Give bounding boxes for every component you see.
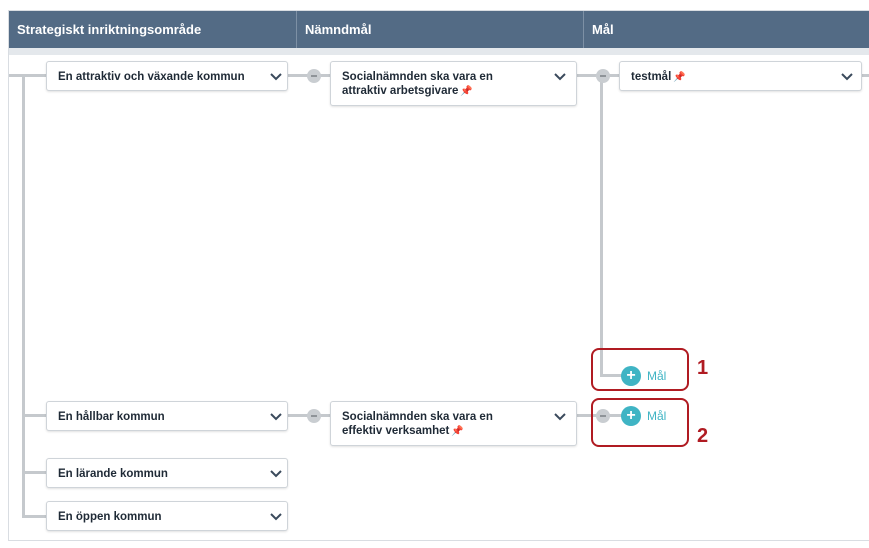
board-goal-line2: effektiv verksamhet bbox=[342, 425, 450, 437]
tree-connector bbox=[600, 74, 603, 376]
callout-number-1: 1 bbox=[697, 357, 709, 379]
board-goal-line1: Socialnämnden ska vara en bbox=[342, 411, 493, 423]
goal-card[interactable]: testmål 📌 bbox=[619, 61, 862, 91]
column-header-area: Strategiskt inriktningsområde bbox=[9, 11, 297, 48]
collapse-toggle[interactable] bbox=[596, 69, 610, 83]
goal-label: testmål bbox=[631, 71, 672, 83]
column-header-goal: Mål bbox=[592, 22, 614, 37]
pin-icon: 📌 bbox=[460, 86, 473, 97]
area-card[interactable]: En hållbar kommun bbox=[46, 401, 288, 431]
area-label: En lärande kommun bbox=[58, 468, 168, 480]
area-label: En öppen kommun bbox=[58, 511, 162, 523]
chevron-down-icon[interactable] bbox=[553, 412, 567, 422]
area-card[interactable]: En lärande kommun bbox=[46, 458, 288, 488]
chevron-down-icon[interactable] bbox=[269, 469, 283, 479]
area-label: En attraktiv och växande kommun bbox=[58, 71, 245, 83]
callout-box-2 bbox=[591, 398, 689, 447]
tree-connector bbox=[22, 414, 47, 417]
pin-icon: 📌 bbox=[673, 72, 686, 83]
chevron-down-icon[interactable] bbox=[269, 72, 283, 82]
board-goal-line2: attraktiv arbetsgivare bbox=[342, 85, 459, 97]
tree-connector bbox=[22, 515, 47, 518]
chevron-down-icon[interactable] bbox=[269, 512, 283, 522]
callout-box-1 bbox=[591, 348, 689, 391]
board-goal-card[interactable]: Socialnämnden ska vara en effektiv verks… bbox=[330, 401, 577, 446]
area-card[interactable]: En attraktiv och växande kommun bbox=[46, 61, 288, 91]
tree-connector bbox=[9, 74, 47, 77]
area-label: En hållbar kommun bbox=[58, 411, 165, 423]
chevron-down-icon[interactable] bbox=[840, 72, 854, 82]
tree-connector bbox=[22, 471, 47, 474]
collapse-toggle[interactable] bbox=[307, 69, 321, 83]
board-goal-line1: Socialnämnden ska vara en bbox=[342, 71, 493, 83]
collapse-toggle[interactable] bbox=[307, 409, 321, 423]
column-header-board-goal: Nämndmål bbox=[297, 11, 584, 48]
header-divider bbox=[9, 48, 869, 55]
board-goal-card[interactable]: Socialnämnden ska vara en attraktiv arbe… bbox=[330, 61, 577, 106]
pin-icon: 📌 bbox=[451, 426, 464, 437]
chevron-down-icon[interactable] bbox=[269, 412, 283, 422]
callout-number-2: 2 bbox=[697, 425, 709, 447]
chevron-down-icon[interactable] bbox=[553, 72, 567, 82]
tree-connector bbox=[862, 74, 869, 77]
tree-connector bbox=[22, 74, 25, 518]
area-card[interactable]: En öppen kommun bbox=[46, 501, 288, 531]
table-header: Strategiskt inriktningsområde Nämndmål M… bbox=[9, 11, 869, 48]
